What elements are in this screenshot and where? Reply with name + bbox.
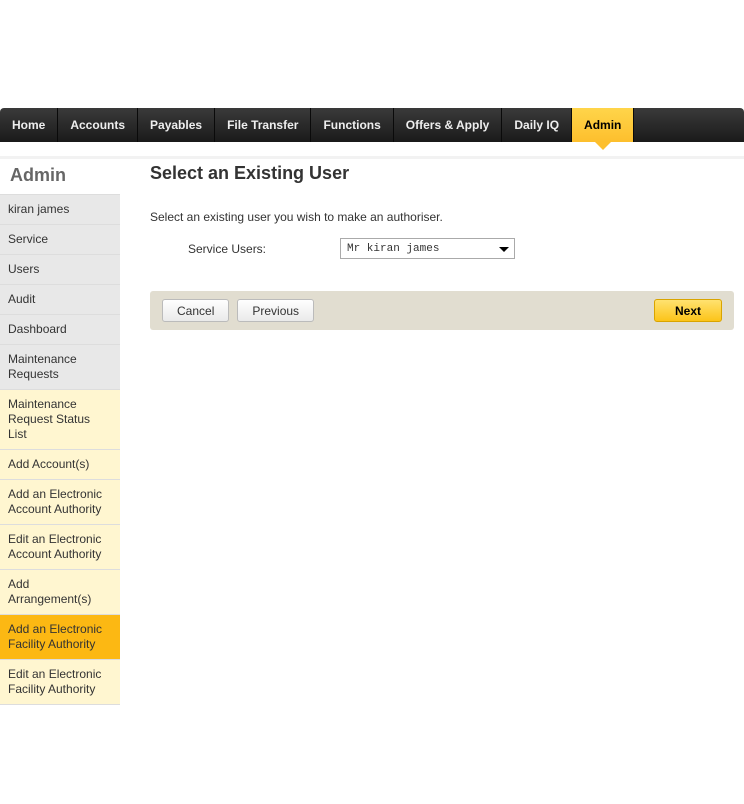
nav-admin[interactable]: Admin (572, 108, 634, 142)
sidebar: Admin kiran james Service Users Audit Da… (0, 159, 120, 705)
sidebar-item-add-facility-auth[interactable]: Add an Electronic Facility Authority (0, 615, 120, 660)
main-content: Select an Existing User Select an existi… (120, 159, 744, 705)
service-users-select[interactable]: Mr kiran james (340, 238, 515, 259)
next-button[interactable]: Next (654, 299, 722, 322)
nav-accounts[interactable]: Accounts (58, 108, 138, 142)
page-description: Select an existing user you wish to make… (150, 210, 734, 224)
service-users-label: Service Users: (150, 242, 340, 256)
sidebar-title: Admin (0, 159, 120, 195)
sidebar-item-service[interactable]: Service (0, 225, 120, 255)
nav-daily-iq[interactable]: Daily IQ (502, 108, 572, 142)
sidebar-item-maintenance-status[interactable]: Maintenance Request Status List (0, 390, 120, 450)
page-title: Select an Existing User (150, 163, 734, 184)
sidebar-item-dashboard[interactable]: Dashboard (0, 315, 120, 345)
sidebar-item-add-account-auth[interactable]: Add an Electronic Account Authority (0, 480, 120, 525)
sidebar-item-audit[interactable]: Audit (0, 285, 120, 315)
nav-file-transfer[interactable]: File Transfer (215, 108, 311, 142)
sidebar-item-edit-facility-auth[interactable]: Edit an Electronic Facility Authority (0, 660, 120, 705)
nav-payables[interactable]: Payables (138, 108, 215, 142)
cancel-button[interactable]: Cancel (162, 299, 229, 322)
sidebar-item-users[interactable]: Users (0, 255, 120, 285)
sidebar-item-add-accounts[interactable]: Add Account(s) (0, 450, 120, 480)
page-body: Admin kiran james Service Users Audit Da… (0, 156, 744, 705)
sidebar-item-add-arrangements[interactable]: Add Arrangement(s) (0, 570, 120, 615)
top-nav: Home Accounts Payables File Transfer Fun… (0, 108, 744, 142)
previous-button[interactable]: Previous (237, 299, 314, 322)
nav-home[interactable]: Home (0, 108, 58, 142)
nav-functions[interactable]: Functions (311, 108, 393, 142)
nav-offers-apply[interactable]: Offers & Apply (394, 108, 503, 142)
service-users-value: Mr kiran james (347, 243, 439, 255)
chevron-down-icon (499, 247, 509, 252)
sidebar-item-maintenance-requests[interactable]: Maintenance Requests (0, 345, 120, 390)
sidebar-item-kiran[interactable]: kiran james (0, 195, 120, 225)
form-row-service-users: Service Users: Mr kiran james (150, 238, 734, 259)
button-bar: Cancel Previous Next (150, 291, 734, 330)
sidebar-item-edit-account-auth[interactable]: Edit an Electronic Account Authority (0, 525, 120, 570)
